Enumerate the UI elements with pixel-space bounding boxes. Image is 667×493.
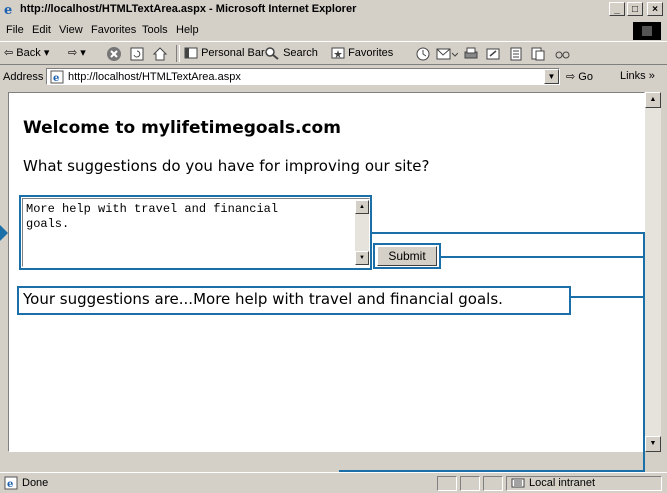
submit-button[interactable]: Submit	[377, 246, 437, 266]
svg-text:e: e	[53, 73, 59, 84]
standard-toolbar: ⇦ Back ▾ ⇨ ▾ Personal Bar Search Favorit…	[0, 41, 667, 65]
refresh-button[interactable]	[129, 46, 145, 62]
callout-line	[372, 232, 645, 234]
go-label: Go	[578, 71, 593, 83]
address-box[interactable]: e ▼	[46, 68, 560, 85]
window-controls: _ □ ×	[609, 2, 663, 16]
stop-icon	[107, 47, 121, 61]
page-heading: Welcome to mylifetimegoals.com	[23, 118, 341, 138]
address-label: Address	[3, 71, 44, 83]
history-icon	[416, 47, 430, 61]
result-text: Your suggestions are...More help with tr…	[23, 290, 503, 308]
menu-favorites[interactable]: Favorites	[91, 24, 136, 36]
messenger-button[interactable]	[530, 46, 546, 62]
svg-text:e: e	[7, 479, 13, 490]
forward-dropdown-icon: ▾	[80, 47, 86, 59]
address-dropdown-icon[interactable]: ▼	[544, 69, 559, 84]
callout-line	[643, 232, 645, 472]
page-content	[8, 92, 645, 452]
address-input[interactable]	[68, 71, 538, 83]
zone-panel: Local intranet	[506, 476, 662, 491]
history-button[interactable]	[415, 46, 431, 62]
forward-button[interactable]: ⇨ ▾	[68, 46, 86, 59]
messenger-icon	[531, 47, 545, 61]
edit-button[interactable]	[485, 46, 501, 62]
menu-file[interactable]: File	[6, 24, 24, 36]
suggestion-textarea[interactable]: More help with travel and financial goal…	[22, 198, 370, 267]
favorites-label: Favorites	[348, 46, 394, 59]
textarea-text: More help with travel and financial goal…	[26, 202, 279, 231]
print-icon	[464, 47, 478, 59]
intranet-icon	[511, 477, 525, 493]
minimize-button[interactable]: _	[609, 2, 625, 16]
personal-bar-icon	[184, 47, 198, 59]
toolbar-separator	[176, 45, 180, 62]
svg-text:e: e	[4, 3, 12, 16]
back-dropdown-icon: ▾	[43, 47, 50, 59]
links-button[interactable]: Links »	[620, 70, 655, 82]
textarea-scrollbar[interactable]: ▲ ▼	[355, 200, 369, 265]
page-icon: e	[50, 70, 64, 87]
ie-logo-icon: e	[3, 2, 17, 18]
print-button[interactable]	[463, 46, 479, 62]
scroll-up-icon[interactable]: ▲	[645, 92, 661, 108]
favorites-icon	[331, 47, 345, 59]
close-button[interactable]: ×	[647, 2, 663, 16]
callout-line	[441, 256, 645, 258]
throbber	[633, 22, 661, 40]
windows-logo-icon	[642, 26, 652, 36]
textarea-scroll-down-icon[interactable]: ▼	[355, 251, 369, 265]
status-panel	[437, 476, 457, 491]
search-icon	[265, 47, 279, 60]
status-panel	[483, 476, 503, 491]
search-button[interactable]: Search	[264, 46, 318, 60]
menu-bar: File Edit View Favorites Tools Help	[0, 21, 667, 40]
zone-label: Local intranet	[529, 477, 596, 489]
menu-view[interactable]: View	[59, 24, 83, 36]
callout-arrow-icon	[0, 225, 8, 241]
back-label: Back	[16, 47, 41, 59]
address-bar: Address e ▼ ⇨ Go Links »	[0, 65, 667, 89]
menu-help[interactable]: Help	[176, 24, 199, 36]
page-scrollbar[interactable]: ▲ ▼	[645, 92, 661, 452]
callout-line	[571, 296, 645, 298]
mail-icon	[436, 48, 459, 60]
research-button[interactable]	[553, 46, 573, 62]
status-text: Done	[22, 477, 49, 489]
refresh-icon	[130, 47, 144, 61]
discuss-icon	[510, 47, 522, 61]
favorites-button[interactable]: Favorites	[331, 46, 393, 60]
go-arrow-icon: ⇨	[566, 71, 576, 83]
menu-edit[interactable]: Edit	[32, 24, 51, 36]
home-icon	[152, 47, 168, 61]
home-button[interactable]	[152, 46, 168, 62]
suggestion-prompt: What suggestions do you have for improvi…	[23, 157, 430, 175]
window-title: http://localhost/HTMLTextArea.aspx - Mic…	[20, 3, 357, 15]
textarea-scroll-up-icon[interactable]: ▲	[355, 200, 369, 214]
status-page-icon: e	[4, 476, 18, 493]
mail-button[interactable]	[436, 46, 459, 62]
research-icon	[555, 51, 570, 59]
personal-bar-button[interactable]: Personal Bar	[184, 46, 265, 60]
maximize-button[interactable]: □	[627, 2, 643, 16]
back-button[interactable]: ⇦ Back ▾	[4, 46, 49, 59]
scroll-down-icon[interactable]: ▼	[645, 436, 661, 452]
menu-tools[interactable]: Tools	[142, 24, 168, 36]
search-label: Search	[283, 46, 318, 59]
personal-bar-label: Personal Bar	[201, 46, 265, 59]
forward-arrow-icon: ⇨	[68, 47, 78, 59]
status-bar: e Done Local intranet	[0, 472, 667, 492]
stop-button[interactable]	[106, 46, 122, 62]
edit-icon	[486, 48, 500, 60]
go-button[interactable]: ⇨ Go	[566, 70, 593, 83]
back-arrow-icon: ⇦	[4, 47, 14, 59]
status-panel	[460, 476, 480, 491]
discuss-button[interactable]	[508, 46, 524, 62]
title-bar: e http://localhost/HTMLTextArea.aspx - M…	[0, 0, 667, 20]
